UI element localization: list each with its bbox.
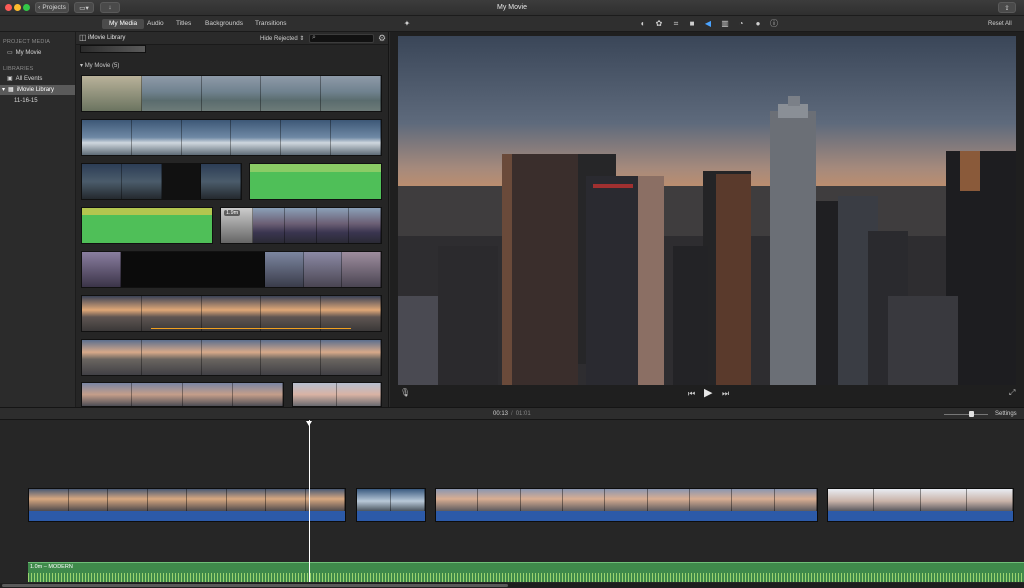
- tab-titles[interactable]: Titles: [169, 19, 198, 29]
- clip-thumbnail[interactable]: [80, 45, 146, 53]
- disclosure-triangle-icon: ▾: [80, 63, 84, 69]
- previous-icon[interactable]: ⏮: [688, 389, 695, 399]
- audio-clip-thumbnail[interactable]: [81, 207, 213, 244]
- duration-badge: 1.9m: [224, 210, 241, 216]
- search-input[interactable]: ⌕: [309, 34, 374, 43]
- range-selection: [151, 328, 351, 329]
- music-label: 1.0m – MODERN: [30, 564, 73, 570]
- scrollbar-thumb[interactable]: [2, 584, 508, 587]
- filter-icon[interactable]: ●: [753, 19, 763, 29]
- film-icon: ▭: [7, 50, 13, 56]
- clip-thumbnail[interactable]: [81, 382, 284, 407]
- window-title: My Movie: [497, 4, 527, 11]
- clip-thumbnail[interactable]: 1.9m: [220, 207, 382, 244]
- total-time: 01:01: [515, 411, 531, 417]
- music-waveform: [28, 573, 1024, 582]
- time-separator: /: [511, 411, 513, 417]
- magic-wand-icon[interactable]: ✦: [402, 19, 412, 29]
- zoom-slider[interactable]: [944, 411, 988, 417]
- color-correction-icon[interactable]: ✿: [654, 19, 664, 29]
- sidebar-item-event[interactable]: 11-16-15: [0, 96, 75, 106]
- tab-my-media[interactable]: My Media: [102, 19, 145, 29]
- audio-clip-thumbnail[interactable]: [249, 163, 382, 200]
- timeline-scrollbar[interactable]: [0, 583, 1024, 588]
- clip-thumbnail[interactable]: [81, 75, 382, 112]
- libraries-sidebar: PROJECT MEDIA ▭ My Movie LIBRARIES ▣ All…: [0, 32, 76, 407]
- playhead-handle[interactable]: [306, 421, 312, 426]
- timeline-clip[interactable]: [356, 488, 426, 522]
- sidebar-item-all-events[interactable]: ▣ All Events: [0, 74, 75, 84]
- timecode-bar: 00:13 / 01:01 Settings: [0, 407, 1024, 420]
- fullscreen-icon[interactable]: ⤢: [1009, 388, 1015, 398]
- speed-icon[interactable]: ◔: [736, 19, 746, 29]
- library-icon: ▦: [8, 87, 14, 93]
- clip-thumbnail[interactable]: [81, 119, 382, 156]
- tab-backgrounds[interactable]: Backgrounds: [198, 19, 250, 29]
- event-group-header[interactable]: ▾ My Movie (5): [80, 62, 119, 69]
- sidebar-item-my-movie[interactable]: ▭ My Movie: [0, 48, 75, 58]
- music-track[interactable]: 1.0m – MODERN: [28, 562, 1024, 582]
- share-button[interactable]: ⇪: [998, 2, 1016, 13]
- libraries-heading: LIBRARIES: [3, 66, 34, 72]
- stepper-icon: ⇕: [299, 36, 305, 42]
- city-skyline-image: [398, 36, 1016, 385]
- volume-icon[interactable]: ◀: [703, 19, 713, 29]
- microphone-icon[interactable]: 🎙: [400, 388, 410, 397]
- gear-icon[interactable]: ⚙: [378, 33, 386, 44]
- toolbar: My Media Audio Titles Backgrounds Transi…: [0, 16, 1024, 32]
- share-icon: ⇪: [1004, 4, 1010, 12]
- timeline: 1.0m – MODERN: [0, 420, 1024, 588]
- info-icon[interactable]: ⓘ: [769, 19, 779, 29]
- disclosure-triangle-icon: ▾: [2, 87, 6, 93]
- star-icon: ▣: [7, 76, 13, 82]
- noise-reduction-icon[interactable]: ▥: [720, 19, 730, 29]
- sidebar-toggle-icon[interactable]: ◫: [79, 33, 87, 42]
- browser-title: iMovie Library: [88, 35, 126, 41]
- video-preview[interactable]: [398, 36, 1016, 385]
- color-balance-icon[interactable]: ◐: [638, 19, 648, 29]
- playhead[interactable]: [306, 420, 312, 582]
- title-bar: ‹ Projects ▭▾ ↓ My Movie ⇪: [0, 0, 1024, 16]
- stabilization-icon[interactable]: ■: [687, 19, 697, 29]
- settings-button[interactable]: Settings: [995, 411, 1017, 417]
- crop-icon[interactable]: ⌗: [671, 19, 681, 29]
- clip-thumbnail[interactable]: [81, 163, 242, 200]
- browser-header: ◫ iMovie Library Hide Rejected ⇕ ⌕ ⚙: [76, 32, 388, 45]
- timecode: 00:13 / 01:01: [493, 411, 531, 417]
- timeline-clip[interactable]: [435, 488, 818, 522]
- search-icon: ⌕: [312, 34, 316, 41]
- clip-thumbnail[interactable]: [81, 251, 382, 288]
- reset-all-button[interactable]: Reset All: [988, 19, 1012, 29]
- filter-select[interactable]: Hide Rejected ⇕: [260, 35, 304, 42]
- sidebar-item-imovie-library[interactable]: ▾ ▦ iMovie Library: [0, 85, 75, 95]
- tab-transitions[interactable]: Transitions: [248, 19, 294, 29]
- timeline-clip[interactable]: [827, 488, 1014, 522]
- tab-audio[interactable]: Audio: [140, 19, 171, 29]
- project-media-heading: PROJECT MEDIA: [3, 39, 51, 45]
- timeline-clip[interactable]: [28, 488, 346, 522]
- clip-thumbnail[interactable]: [81, 295, 382, 332]
- clip-thumbnail[interactable]: [81, 339, 382, 376]
- viewer: 🎙 ⏮ ▶ ⏭ ⤢: [390, 32, 1024, 407]
- media-browser: ◫ iMovie Library Hide Rejected ⇕ ⌕ ⚙ ▾ M…: [76, 32, 389, 407]
- clip-thumbnail[interactable]: [292, 382, 382, 407]
- current-time: 00:13: [493, 411, 509, 417]
- zoom-slider-thumb[interactable]: [969, 411, 974, 417]
- next-icon[interactable]: ⏭: [722, 389, 729, 399]
- play-icon[interactable]: ▶: [704, 386, 712, 399]
